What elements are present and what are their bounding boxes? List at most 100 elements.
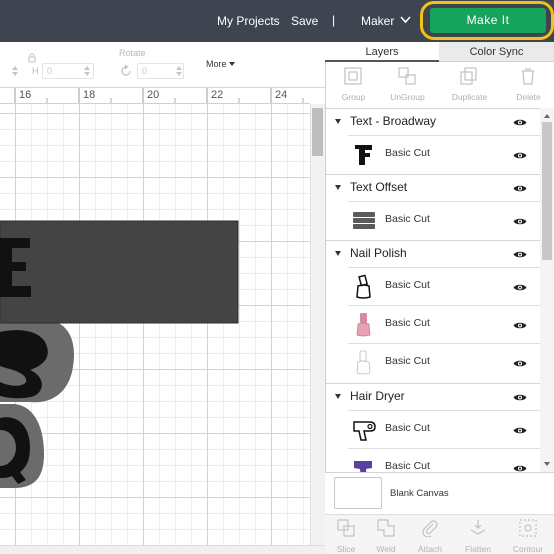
eye-icon[interactable] (513, 426, 527, 435)
contour-icon (519, 519, 537, 537)
eye-icon[interactable] (513, 321, 527, 330)
eye-icon[interactable] (513, 151, 527, 160)
hair-dryer-purple-icon (354, 461, 372, 472)
eye-icon[interactable] (513, 184, 527, 193)
layer-item-label: Basic Cut (385, 460, 430, 472)
slice-icon (337, 519, 355, 537)
ruler-label: 18 (83, 89, 96, 101)
nail-polish-outline-icon (356, 274, 371, 299)
paperclip-icon (422, 520, 438, 537)
height-spinner-icon[interactable] (84, 65, 90, 77)
layer-group-nail-polish[interactable]: Nail Polish (326, 241, 540, 267)
eye-icon[interactable] (513, 217, 527, 226)
attach-tool[interactable]: Attach (407, 514, 453, 554)
delete-label: Delete (516, 92, 541, 102)
contour-tool[interactable]: Contour (505, 514, 551, 554)
eye-icon[interactable] (513, 250, 527, 259)
text-offset-thumbnail-icon (353, 212, 375, 229)
more-caret-icon[interactable] (229, 62, 235, 66)
layer-item[interactable]: Basic Cut (348, 267, 540, 305)
height-label: H (32, 66, 39, 76)
layer-group-hair-dryer[interactable]: Hair Dryer (326, 384, 540, 410)
layer-item[interactable]: Basic Cut (348, 410, 540, 448)
header-separator: | (332, 13, 336, 27)
lock-icon[interactable] (27, 53, 37, 63)
weld-tool[interactable]: Weld (363, 514, 409, 554)
rotate-spinner-icon[interactable] (176, 65, 182, 77)
eye-icon[interactable] (513, 283, 527, 292)
collapse-caret-icon[interactable] (335, 251, 341, 256)
letter-f-thumbnail-icon (355, 145, 372, 165)
tab-color-sync[interactable]: Color Sync (439, 42, 554, 62)
duplicate-tool[interactable]: Duplicate (441, 62, 498, 108)
ruler-label: 24 (275, 89, 288, 101)
weld-label: Weld (376, 544, 396, 554)
layer-group-text-offset[interactable]: Text Offset (326, 175, 540, 201)
layer-item[interactable]: Basic Cut (348, 135, 540, 173)
ruler-label: 22 (211, 89, 224, 101)
make-it-button[interactable]: Make It (430, 8, 546, 33)
attach-label: Attach (417, 544, 443, 554)
layer-item-label: Basic Cut (385, 317, 430, 329)
canvas-vertical-scroll-thumb[interactable] (312, 108, 323, 156)
layer-group-title: Text Offset (350, 180, 408, 194)
nail-polish-pink-icon (356, 313, 371, 337)
canvas-horizontal-scrollbar[interactable] (0, 545, 325, 554)
tab-layers[interactable]: Layers (325, 42, 439, 62)
layer-item-label: Basic Cut (385, 279, 430, 291)
canvas-artwork[interactable] (0, 104, 310, 545)
eye-icon[interactable] (513, 359, 527, 368)
design-canvas[interactable] (0, 104, 310, 545)
eye-icon[interactable] (513, 118, 527, 127)
delete-tool[interactable]: Delete (500, 62, 554, 108)
group-label: Group (341, 92, 366, 102)
layer-item[interactable]: Basic Cut (348, 343, 540, 381)
flatten-icon (470, 520, 486, 535)
layer-item-label: Basic Cut (385, 355, 430, 367)
duplicate-icon (460, 67, 477, 85)
layer-item[interactable]: Basic Cut (348, 201, 540, 239)
machine-selector[interactable]: Maker (361, 13, 394, 29)
ungroup-label: UnGroup (390, 92, 425, 102)
collapse-caret-icon[interactable] (335, 185, 341, 190)
layer-group-title: Nail Polish (350, 246, 407, 260)
group-tool[interactable]: Group (325, 62, 382, 108)
ungroup-tool[interactable]: UnGroup (379, 62, 436, 108)
hair-dryer-outline-icon (353, 421, 376, 441)
save-link[interactable]: Save (291, 13, 318, 29)
my-projects-link[interactable]: My Projects (217, 13, 280, 29)
canvas-vertical-scrollbar[interactable] (310, 104, 325, 545)
ungroup-icon (398, 67, 416, 85)
more-menu[interactable]: More (206, 59, 227, 69)
layers-list[interactable]: Text - Broadway Basic Cut Text Offset Ba… (326, 108, 540, 472)
weld-icon (377, 519, 395, 537)
flatten-tool[interactable]: Flatten (455, 514, 501, 554)
nail-polish-white-icon (356, 350, 371, 375)
rotate-icon[interactable] (119, 64, 133, 78)
layer-item[interactable]: Basic Cut (348, 448, 540, 472)
layer-group-text-broadway[interactable]: Text - Broadway (326, 109, 540, 135)
selected-shape (0, 220, 239, 324)
duplicate-label: Duplicate (451, 92, 488, 102)
blank-canvas-swatch[interactable] (334, 477, 382, 509)
collapse-caret-icon[interactable] (335, 394, 341, 399)
layer-item-label: Basic Cut (385, 422, 430, 434)
panel-tabs: Layers Color Sync (325, 42, 554, 62)
chevron-down-icon[interactable] (399, 14, 412, 26)
trash-icon (522, 68, 534, 85)
flatten-label: Flatten (465, 544, 491, 554)
layers-scroll-thumb[interactable] (542, 122, 552, 260)
rotate-label: Rotate (119, 48, 146, 58)
layer-item-label: Basic Cut (385, 213, 430, 225)
collapse-caret-icon[interactable] (335, 119, 341, 124)
layer-item[interactable]: Basic Cut (348, 305, 540, 343)
width-spinner-icon[interactable] (12, 65, 18, 77)
blank-canvas-label: Blank Canvas (390, 488, 449, 499)
layer-group-title: Text - Broadway (350, 114, 437, 128)
eye-icon[interactable] (513, 393, 527, 402)
scroll-up-arrow-icon[interactable] (544, 114, 550, 118)
scroll-down-arrow-icon[interactable] (544, 462, 550, 466)
eye-icon[interactable] (513, 464, 527, 472)
ruler-label: 16 (19, 89, 32, 101)
layer-group-title: Hair Dryer (350, 389, 405, 403)
